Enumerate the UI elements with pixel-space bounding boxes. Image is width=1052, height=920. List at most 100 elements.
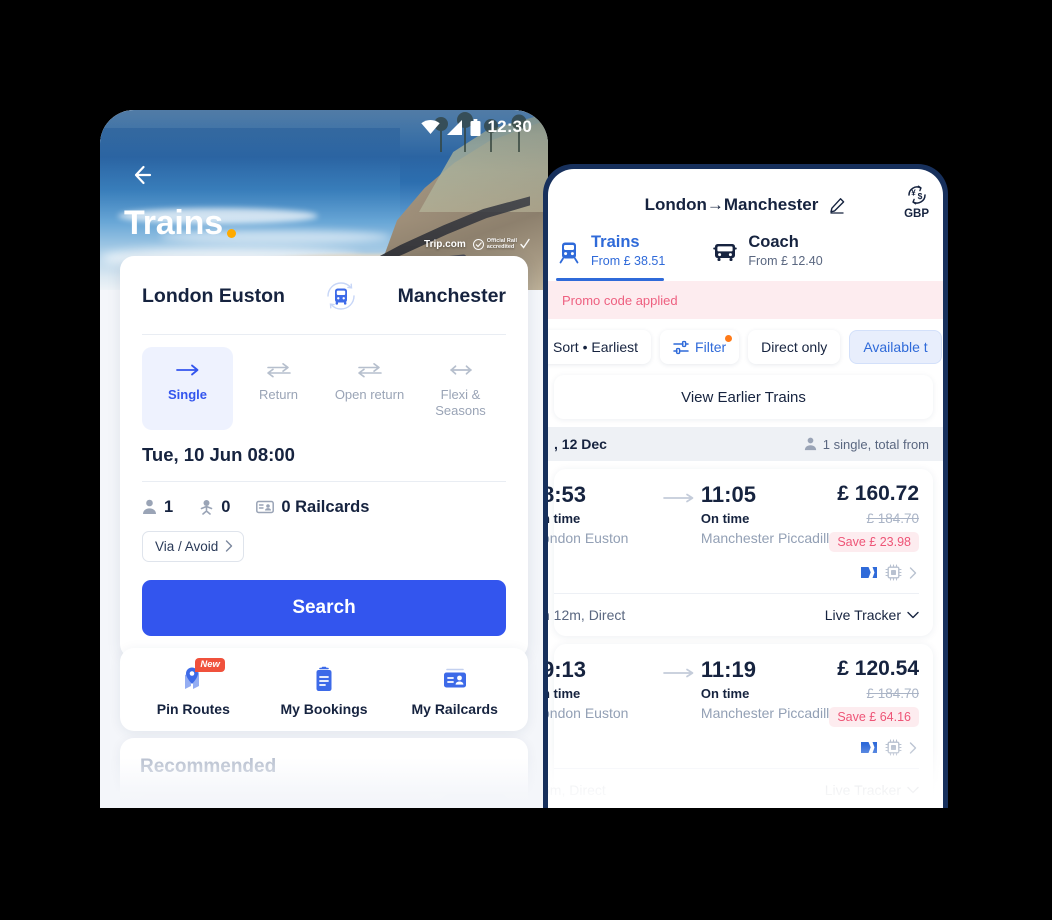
promo-banner[interactable]: Promo code applied [548, 281, 943, 319]
railcard-id-icon [389, 664, 520, 694]
chip-available-trains[interactable]: Available t [849, 330, 942, 364]
chip-sort-label: Sort • Earliest [553, 339, 639, 355]
railcard-count: 0 Railcards [281, 497, 370, 516]
train-card-main: 9:13 n time ondon Euston 11:19 On time M… [548, 657, 919, 728]
recommended-banner-secondary[interactable] [442, 794, 508, 808]
tab-trains-price: From £ 38.51 [591, 254, 666, 268]
shortcut-label: Pin Routes [156, 701, 230, 717]
shortcut-label: My Railcards [411, 701, 498, 717]
child-icon [200, 500, 213, 515]
quick-shortcuts-card: New Pin Routes My Bookings My Railcards [120, 648, 528, 731]
seat-icon [885, 564, 902, 581]
svg-text:$: $ [917, 191, 922, 201]
tab-trains-label: Trains [591, 233, 640, 251]
pin-location-icon: New [128, 658, 259, 694]
search-card: London Euston Manchester Single Return O… [120, 256, 528, 658]
chip-direct-label: Direct only [761, 339, 828, 355]
chip-filter-label: Filter [695, 339, 727, 355]
trip-type-return[interactable]: Return [233, 347, 324, 430]
route-title: London→Manchester [644, 195, 819, 214]
promo-text: Promo code applied [562, 292, 678, 308]
card-divider [142, 480, 506, 482]
arrow-right-icon [660, 658, 701, 678]
chip-filter[interactable]: Filter [660, 330, 740, 364]
live-tracker-toggle[interactable]: Live Tracker [825, 782, 919, 798]
amenity-icons-row[interactable] [554, 564, 919, 581]
shortcut-my-bookings[interactable]: My Bookings [259, 664, 390, 717]
tab-coach[interactable]: Coach From £ 12.40 [701, 227, 832, 281]
arrow-right-icon [144, 359, 231, 381]
arrows-exchange-icon [235, 359, 322, 381]
results-date: , 12 Dec [554, 436, 607, 452]
card-divider [142, 334, 506, 335]
trip-type-label: Return [258, 387, 299, 402]
arrow-right-icon [660, 483, 701, 503]
tab-coach-text: Coach From £ 12.40 [748, 233, 822, 270]
wifi-icon [420, 119, 440, 134]
departure-datetime[interactable]: Tue, 10 Jun 08:00 [142, 444, 506, 466]
train-card-footer: n 12m, Direct Live Tracker [548, 594, 919, 636]
chevron-down-icon [907, 611, 919, 619]
arrival-time: 11:19 [700, 657, 756, 683]
train-result-card[interactable]: 9:13 n time ondon Euston 11:19 On time M… [548, 644, 933, 808]
trip-type-selector: Single Return Open return Flexi & Season… [142, 347, 506, 430]
active-tab-underline [556, 278, 664, 281]
currency-label: GBP [904, 208, 929, 220]
price-block: £ 160.72 £ 184.70 Save £ 23.98 [821, 482, 919, 553]
trip-type-label: Single [167, 387, 207, 402]
arrows-exchange-icon [326, 359, 413, 381]
departure-status: n time [548, 511, 581, 527]
chevron-right-icon [226, 540, 233, 552]
origin-station[interactable]: London Euston [142, 285, 285, 308]
trip-type-flexi-seasons[interactable]: Flexi & Seasons [415, 347, 506, 430]
trip-type-label: Open return [334, 387, 405, 402]
chip-sort[interactable]: Sort • Earliest [548, 330, 652, 364]
search-button[interactable]: Search [142, 579, 506, 636]
tab-coach-price: From £ 12.40 [748, 254, 823, 268]
shortcut-my-railcards[interactable]: My Railcards [389, 664, 520, 717]
destination-station[interactable]: Manchester [398, 285, 506, 308]
chip-direct-only[interactable]: Direct only [748, 330, 841, 364]
recommended-section: Recommended Trip.com [120, 738, 528, 808]
passenger-summary-text: 1 single, total from [822, 436, 929, 452]
train-card-footer: 6m, Direct Live Tracker [548, 769, 919, 808]
arrival-block: 11:19 On time Manchester Piccadilly [700, 657, 836, 721]
left-phone-screen: 12:30 Trains Trip.com Official Rail accr… [100, 110, 548, 808]
arrival-block: 11:05 On time Manchester Piccadilly [701, 483, 836, 546]
currency-selector[interactable]: ¥ $ GBP [904, 183, 929, 220]
page-title-text: Trains [124, 204, 223, 242]
via-avoid-button[interactable]: Via / Avoid [142, 530, 245, 562]
passenger-selector[interactable]: 1 0 0 Railcards [142, 498, 506, 517]
departure-block: 9:13 n time ondon Euston [548, 658, 660, 721]
amenity-icons-row[interactable] [554, 739, 919, 756]
live-tracker-toggle[interactable]: Live Tracker [825, 607, 919, 623]
adult-icon [804, 437, 816, 451]
right-phone-screen: London→Manchester ¥ $ GBP Trains From £ … [548, 169, 943, 808]
trip-type-open-return[interactable]: Open return [324, 347, 415, 430]
trip-type-single[interactable]: Single [142, 347, 233, 430]
tab-trains[interactable]: Trains From £ 38.51 [548, 227, 675, 281]
via-avoid-label: Via / Avoid [155, 538, 219, 554]
savings-badge: Save £ 64.16 [829, 707, 919, 728]
arrows-left-right-icon [417, 359, 504, 381]
trip-type-label: Flexi & Seasons [435, 387, 486, 419]
train-result-card[interactable]: 8:53 n time ondon Euston 11:05 On time M… [548, 469, 933, 637]
departure-time: 8:53 [548, 482, 587, 507]
journey-duration: n 12m, Direct [548, 607, 626, 624]
brand-watermark: Trip.com Official Rail accredited [424, 238, 530, 251]
svg-text:¥: ¥ [911, 188, 916, 197]
shortcut-pin-routes[interactable]: New Pin Routes [128, 658, 259, 717]
view-earlier-trains-button[interactable]: View Earlier Trains [554, 375, 933, 419]
passenger-summary: 1 single, total from [804, 437, 929, 452]
checkmark-icon [520, 239, 530, 249]
pencil-edit-icon[interactable] [829, 197, 846, 214]
railcard-icon [256, 500, 275, 514]
station-selector-row: London Euston Manchester [142, 276, 506, 316]
recommended-banner-primary[interactable]: Trip.com [140, 794, 432, 808]
route-title-group[interactable]: London→Manchester [645, 195, 847, 215]
price-block: £ 120.54 £ 184.70 Save £ 64.16 [821, 657, 919, 728]
back-arrow-icon[interactable] [126, 160, 156, 190]
right-phone-mockup: London→Manchester ¥ $ GBP Trains From £ … [543, 164, 948, 808]
train-swap-icon[interactable] [321, 276, 361, 316]
left-phone-mockup: 12:30 Trains Trip.com Official Rail accr… [100, 110, 548, 808]
